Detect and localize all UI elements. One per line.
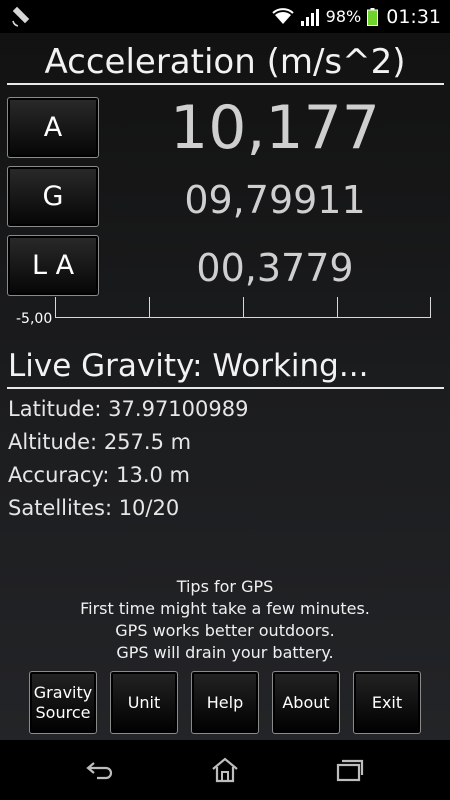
scale-tick <box>149 297 150 318</box>
accuracy-text: Accuracy: 13.0 m <box>8 463 190 487</box>
live-gravity-status: Live Gravity: Working... <box>8 348 369 384</box>
gravity-source-button[interactable]: Gravity Source <box>29 671 97 734</box>
tips-line: GPS will drain your battery. <box>116 643 334 662</box>
navigation-bar <box>0 740 450 800</box>
help-button[interactable]: Help <box>191 671 259 734</box>
latitude-text: Latitude: 37.97100989 <box>8 397 249 421</box>
signal-icon <box>300 8 319 26</box>
total-acceleration-value: 10,177 <box>170 93 380 163</box>
scale-tick <box>55 297 56 318</box>
clock: 01:31 <box>386 5 441 28</box>
home-icon <box>212 757 238 783</box>
gravity-source-label-line2: Source <box>35 702 91 722</box>
section-divider <box>7 387 444 389</box>
exit-button[interactable]: Exit <box>353 671 421 734</box>
recent-apps-icon <box>336 759 364 782</box>
satellites-text: Satellites: 10/20 <box>8 496 180 520</box>
recent-apps-button[interactable] <box>320 750 380 790</box>
linear-acceleration-value: 00,3779 <box>196 246 354 290</box>
wifi-icon <box>272 7 294 24</box>
altitude-text: Altitude: 257.5 m <box>8 430 192 454</box>
header-divider <box>7 83 444 85</box>
gravity-value: 09,79911 <box>184 178 366 222</box>
status-bar: 98% 01:31 <box>0 0 450 33</box>
tips-line: GPS works better outdoors. <box>115 621 335 640</box>
scale-tick <box>430 297 431 318</box>
gps-satellite-icon <box>12 6 30 27</box>
tips-line: First time might take a few minutes. <box>80 599 370 618</box>
back-icon <box>86 762 113 780</box>
back-button[interactable] <box>70 750 130 790</box>
home-button[interactable] <box>195 750 255 790</box>
unit-button[interactable]: Unit <box>110 671 178 734</box>
scale-tick <box>337 297 338 318</box>
scale-tick <box>243 297 244 318</box>
gravity-button[interactable]: G <box>7 166 99 227</box>
gravity-source-label-line1: Gravity <box>33 682 93 702</box>
battery-icon <box>367 7 379 26</box>
total-acceleration-button[interactable]: A <box>7 97 99 158</box>
scale-min-label: -5,00 <box>16 311 53 327</box>
about-button[interactable]: About <box>272 671 340 734</box>
battery-percent: 98% <box>325 7 362 26</box>
page-title: Acceleration (m/s^2) <box>44 42 406 82</box>
linear-acceleration-button[interactable]: L A <box>7 235 99 296</box>
tips-title: Tips for GPS <box>176 577 274 596</box>
